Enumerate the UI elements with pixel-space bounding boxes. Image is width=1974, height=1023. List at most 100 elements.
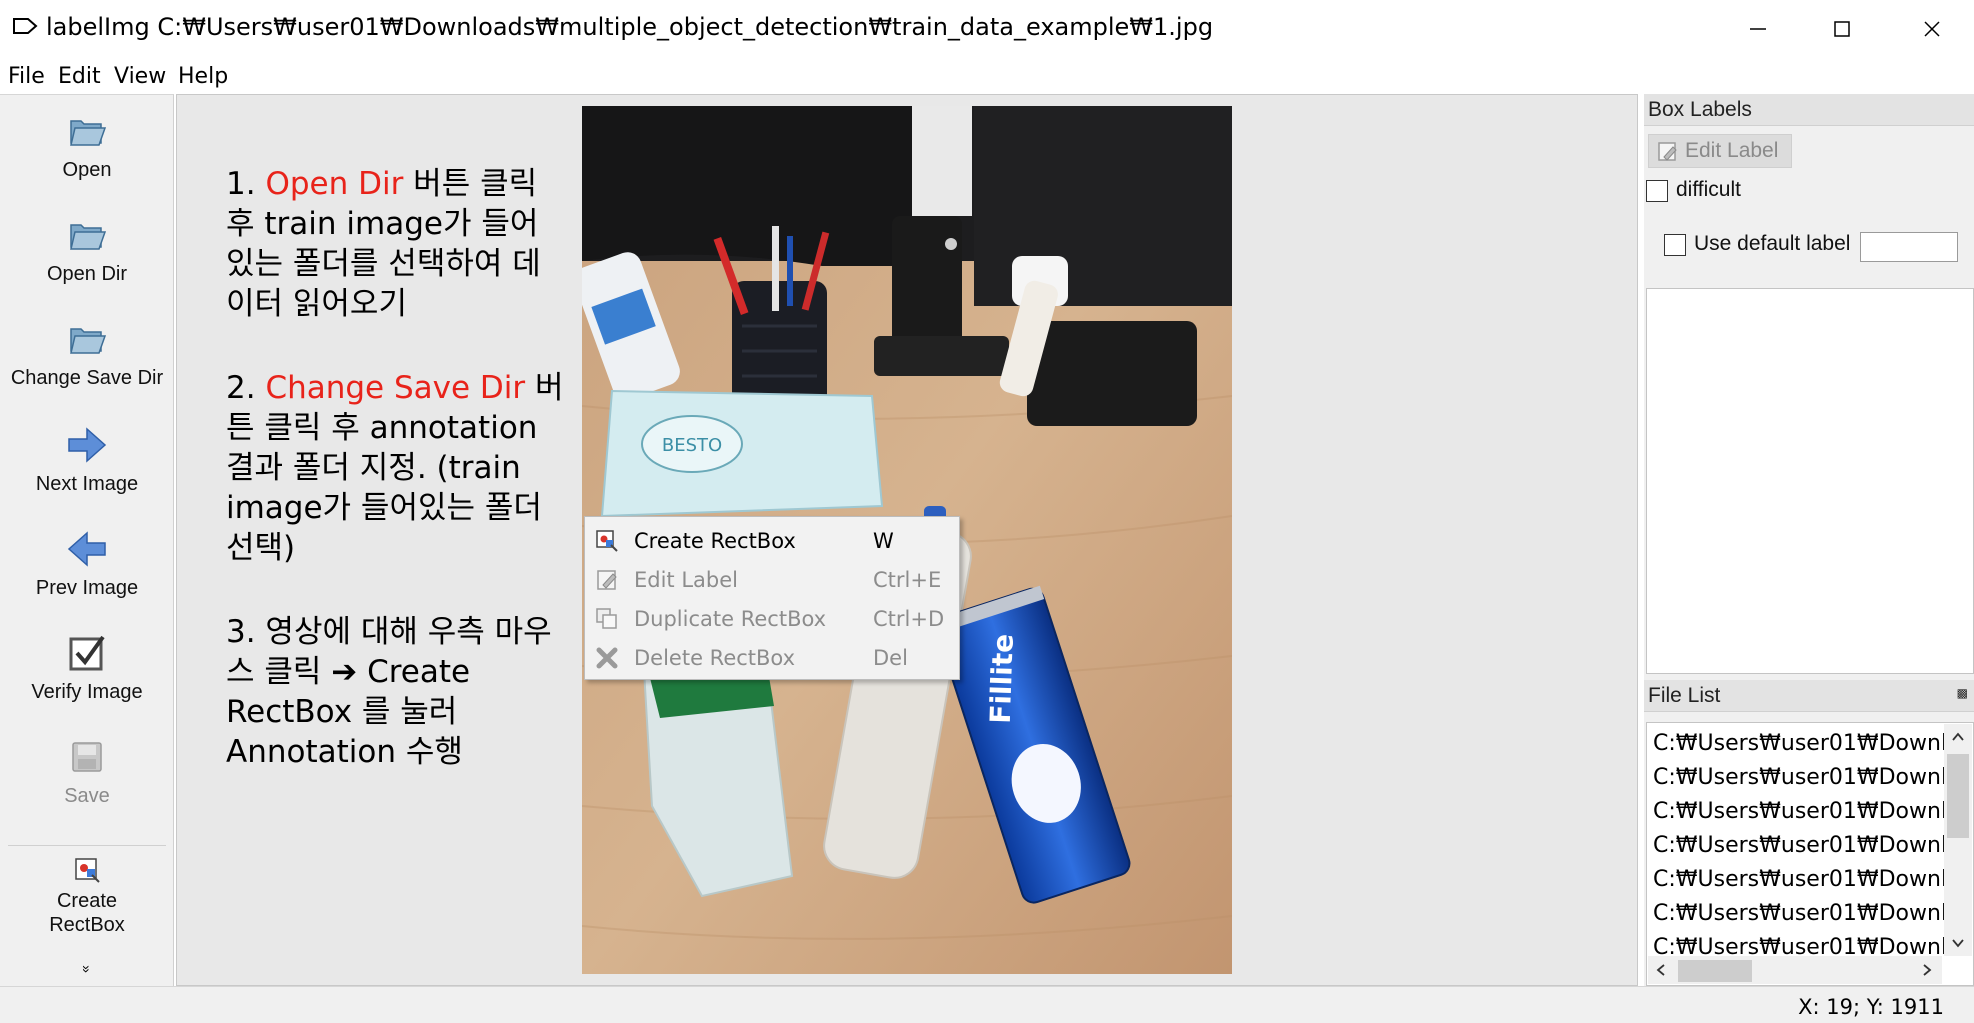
menu-edit[interactable]: Edit [58, 64, 101, 89]
box-labels-title: Box Labels [1644, 94, 1974, 126]
list-item[interactable]: C:₩Users₩user01₩Downloads [1653, 799, 1947, 824]
chevron-down-icon[interactable] [1951, 936, 1965, 950]
step1-highlight: Open Dir [265, 166, 404, 202]
prev-image-label: Prev Image [35, 577, 139, 599]
step2-number: 2. [226, 370, 266, 406]
step1-number: 1. [226, 166, 266, 202]
list-item[interactable]: C:₩Users₩user01₩Downloads [1653, 833, 1947, 858]
open-label: Open [62, 159, 112, 181]
scrollbar-thumb[interactable] [1947, 754, 1969, 838]
next-image-label: Next Image [35, 473, 139, 495]
arrow-right-icon [68, 427, 107, 463]
instructions-overlay: 1. Open Dir 버튼 클릭 후 train image가 들어있는 폴더… [226, 164, 566, 816]
edit-label-button[interactable]: Edit Label [1648, 134, 1792, 168]
close-button[interactable] [1890, 0, 1974, 58]
status-bar: X: 19; Y: 1911 [0, 986, 1974, 1023]
instruction-step-1: 1. Open Dir 버튼 클릭 후 train image가 들어있는 폴더… [226, 164, 566, 324]
chevron-up-icon[interactable] [1951, 730, 1965, 744]
use-default-label-text: Use default label [1694, 232, 1851, 255]
menu-item-label: Create RectBox [634, 529, 796, 553]
menu-view[interactable]: View [114, 64, 166, 89]
folder-icon [70, 224, 107, 250]
app-label-icon [13, 18, 38, 34]
folder-icon [70, 120, 107, 146]
toolbar-separator [8, 845, 166, 846]
change-save-dir-button[interactable]: Change Save Dir [0, 317, 174, 390]
file-list-horizontal-scrollbar[interactable] [1648, 956, 1942, 984]
open-button[interactable]: Open [0, 109, 174, 182]
menu-bar: File Edit View Help [0, 58, 1974, 94]
instruction-step-2: 2. Change Save Dir 버튼 클릭 후 annotation 결과… [226, 368, 566, 568]
menu-item-shortcut: Del [873, 646, 908, 670]
menu-edit-label[interactable]: Edit Label Ctrl+E [585, 560, 959, 599]
default-label-input[interactable] [1860, 232, 1958, 262]
arrow-left-icon [67, 531, 106, 567]
difficult-label: difficult [1676, 178, 1741, 201]
delete-icon [596, 647, 618, 669]
maximize-icon [1834, 21, 1850, 37]
create-rectbox-icon [596, 530, 618, 552]
menu-item-label: Duplicate RectBox [634, 607, 827, 631]
list-item[interactable]: C:₩Users₩user01₩Downloads [1653, 731, 1947, 756]
edit-label-icon [597, 570, 617, 590]
change-save-dir-label: Change Save Dir [10, 367, 164, 389]
step2-highlight: Change Save Dir [265, 370, 526, 406]
list-item[interactable]: C:₩Users₩user01₩Downloads [1653, 867, 1947, 892]
minimize-icon [1750, 28, 1766, 30]
wipes-brand-text: BESTO [662, 435, 722, 456]
maximize-button[interactable] [1800, 0, 1884, 58]
instruction-step-3: 3. 영상에 대해 우측 마우스 클릭 ➔ Create RectBox 를 눌… [226, 614, 552, 770]
create-rectbox-icon [75, 858, 100, 883]
menu-create-rectbox[interactable]: Create RectBox W [585, 521, 959, 560]
use-default-label-checkbox[interactable] [1664, 234, 1686, 256]
toolbar-more-icon[interactable]: » [79, 959, 95, 979]
minimize-button[interactable] [1716, 0, 1800, 58]
edit-label-icon [1658, 142, 1677, 161]
menu-item-shortcut: W [873, 529, 894, 553]
menu-item-label: Delete RectBox [634, 646, 796, 670]
menu-item-shortcut: Ctrl+D [873, 607, 945, 631]
menu-item-label: Edit Label [634, 568, 738, 592]
left-toolbar: Open Open Dir Change Save Dir Next Image… [0, 94, 174, 986]
cursor-coordinates: X: 19; Y: 1911 [1798, 995, 1944, 1019]
edit-label-text: Edit Label [1685, 139, 1779, 162]
menu-item-shortcut: Ctrl+E [873, 568, 942, 592]
save-button[interactable]: Save [0, 735, 174, 808]
duplicate-icon [596, 608, 617, 629]
verify-image-button[interactable]: Verify Image [0, 631, 174, 704]
file-list[interactable]: C:₩Users₩user01₩Downloads C:₩Users₩user0… [1646, 722, 1974, 986]
file-list-title: File List ▩ [1644, 680, 1974, 712]
difficult-checkbox[interactable] [1646, 180, 1668, 202]
menu-duplicate-rectbox[interactable]: Duplicate RectBox Ctrl+D [585, 599, 959, 638]
menu-help[interactable]: Help [178, 64, 228, 89]
scrollbar-thumb[interactable] [1678, 960, 1752, 982]
create-rectbox-label: Create RectBox [0, 889, 174, 937]
checkbox-check-icon [69, 635, 105, 671]
chevron-right-icon[interactable] [1920, 963, 1934, 977]
save-label: Save [64, 785, 110, 807]
floppy-disk-icon [72, 742, 102, 772]
create-rectbox-button[interactable]: Create RectBox [0, 855, 174, 937]
list-item[interactable]: C:₩Users₩user01₩Downloads [1653, 765, 1947, 790]
create-label-line1: Create [56, 890, 118, 912]
verify-image-label: Verify Image [31, 681, 143, 703]
close-icon [1924, 21, 1940, 37]
next-image-button[interactable]: Next Image [0, 423, 174, 496]
title-bar: labelImg C:₩Users₩user01₩Downloads₩multi… [0, 0, 1974, 58]
open-dir-label: Open Dir [46, 263, 128, 285]
window-title: labelImg C:₩Users₩user01₩Downloads₩multi… [46, 13, 1214, 41]
label-list[interactable] [1646, 288, 1974, 674]
can-brand-text: Fillite [984, 633, 1020, 724]
open-dir-button[interactable]: Open Dir [0, 213, 174, 286]
folder-icon [70, 328, 107, 354]
context-menu: Create RectBox W Edit Label Ctrl+E Dupli… [584, 516, 960, 680]
list-item[interactable]: C:₩Users₩user01₩Downloads [1653, 901, 1947, 926]
menu-file[interactable]: File [8, 64, 45, 89]
file-list-title-text: File List [1648, 684, 1721, 707]
undock-icon[interactable]: ▩ [1957, 686, 1968, 700]
create-label-line2: RectBox [49, 914, 125, 936]
prev-image-button[interactable]: Prev Image [0, 527, 174, 600]
chevron-left-icon[interactable] [1654, 963, 1668, 977]
file-list-vertical-scrollbar[interactable] [1944, 724, 1972, 956]
menu-delete-rectbox[interactable]: Delete RectBox Del [585, 638, 959, 677]
